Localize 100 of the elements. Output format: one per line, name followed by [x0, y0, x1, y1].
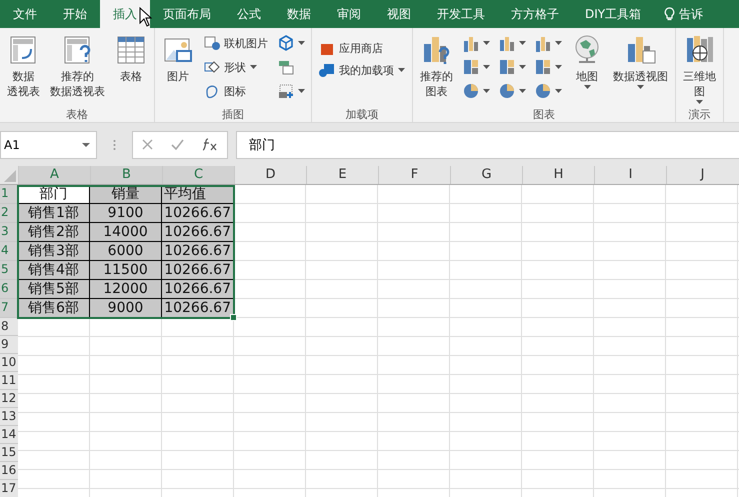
check-icon[interactable]	[171, 139, 184, 150]
table-cell: 销售4部	[18, 261, 90, 280]
table-cell: 10266.67	[162, 204, 234, 223]
group-label: 表格	[65, 107, 89, 122]
ribbon-tab[interactable]: 页面布局	[150, 0, 224, 28]
table-cell: 10266.67	[162, 242, 234, 261]
ribbon-tab[interactable]: DIY工具箱	[572, 0, 654, 28]
chart-icon	[534, 58, 552, 76]
ribbon-tab[interactable]: 插入	[100, 0, 150, 28]
ribbon-button[interactable]: 地图	[567, 32, 607, 102]
table-cell: 14000	[90, 223, 162, 242]
ribbon-tab[interactable]: 开发工具	[424, 0, 498, 28]
online-picture-icon	[204, 35, 220, 51]
table-cell: 9000	[90, 299, 162, 318]
row-header[interactable]: 16	[0, 462, 18, 480]
caret-icon	[483, 41, 490, 45]
row-header[interactable]: 1	[0, 185, 18, 204]
chart-icon	[462, 82, 480, 100]
chart-icon	[462, 34, 480, 52]
group-label: 演示	[688, 107, 712, 122]
row-header[interactable]: 2	[0, 204, 18, 223]
cancel-icon[interactable]	[142, 139, 153, 150]
column-header[interactable]: C	[162, 166, 234, 184]
group-label: 插图	[221, 107, 245, 122]
caret-icon	[398, 68, 405, 72]
ribbon-button[interactable]: 表格	[111, 32, 151, 107]
ribbon-button[interactable]: 推荐的 图表	[416, 32, 457, 102]
row-header[interactable]: 11	[0, 372, 18, 390]
row-header[interactable]: 13	[0, 408, 18, 426]
table-cell: 销售3部	[18, 242, 90, 261]
ribbon-tab[interactable]: 开始	[50, 0, 100, 28]
group-label: 加载项	[344, 107, 380, 122]
ribbon-tab[interactable]: 公式	[224, 0, 274, 28]
row-header[interactable]: 6	[0, 280, 18, 299]
caret-icon	[519, 89, 526, 93]
ribbon-button[interactable]: 形状	[200, 56, 272, 78]
caret-icon	[298, 41, 305, 45]
ribbon-tab[interactable]: 视图	[374, 0, 424, 28]
table-cell: 11500	[90, 261, 162, 280]
column-header[interactable]: D	[234, 166, 306, 184]
table-icon	[115, 34, 147, 66]
caret-icon	[637, 85, 644, 89]
chart-icon	[534, 34, 552, 52]
table-cell: 10266.67	[162, 223, 234, 242]
caret-icon	[696, 100, 703, 104]
column-header[interactable]: B	[90, 166, 162, 184]
insert-function-icon[interactable]	[202, 138, 218, 151]
row-header[interactable]: 12	[0, 390, 18, 408]
caret-icon	[519, 41, 526, 45]
caret-icon	[555, 41, 562, 45]
chart-icon	[498, 58, 516, 76]
name-box[interactable]: A1	[0, 130, 97, 158]
table-cell: 销售5部	[18, 280, 90, 299]
ribbon-button[interactable]: 推荐的 数据透视表	[46, 32, 109, 107]
column-header[interactable]: A	[18, 166, 90, 184]
ribbon-tab[interactable]: 文件	[0, 0, 50, 28]
shapes-icon	[204, 59, 220, 75]
table-cell: 10266.67	[162, 261, 234, 280]
caret-icon	[483, 65, 490, 69]
column-header[interactable]: I	[594, 166, 666, 184]
row-header[interactable]: 4	[0, 242, 18, 261]
row-header[interactable]: 8	[0, 318, 18, 336]
row-header[interactable]: 15	[0, 444, 18, 462]
cube-icon	[277, 34, 295, 52]
ribbon-button[interactable]: 三维地 图	[679, 32, 720, 107]
lightbulb-icon	[664, 6, 676, 22]
ribbon-tab[interactable]: 数据	[274, 0, 324, 28]
row-header[interactable]: 10	[0, 354, 18, 372]
row-header[interactable]: 9	[0, 336, 18, 354]
grip-icon	[113, 138, 116, 150]
table-cell: 12000	[90, 280, 162, 299]
column-header[interactable]: F	[378, 166, 450, 184]
row-header[interactable]: 17	[0, 480, 18, 497]
chart-icon	[498, 34, 516, 52]
column-header[interactable]: G	[450, 166, 522, 184]
caret-icon	[555, 89, 562, 93]
ribbon-tab[interactable]: 审阅	[324, 0, 374, 28]
ribbon-button[interactable]: 数据透视图	[609, 32, 672, 102]
row-header[interactable]: 7	[0, 299, 18, 318]
ribbon-button[interactable]: 图标	[200, 80, 272, 102]
column-header[interactable]: J	[666, 166, 738, 184]
ribbon-button[interactable]: 我的加载项	[315, 62, 409, 78]
row-header[interactable]: 14	[0, 426, 18, 444]
caret-icon	[250, 65, 257, 69]
ribbon-button[interactable]: 联机图片	[200, 32, 272, 54]
row-header[interactable]: 5	[0, 261, 18, 280]
formula-field[interactable]: 部门	[236, 130, 739, 158]
column-header[interactable]: E	[306, 166, 378, 184]
ribbon-button[interactable]: 图片	[158, 32, 198, 102]
caret-icon	[483, 89, 490, 93]
table-cell: 6000	[90, 242, 162, 261]
table-cell: 销售6部	[18, 299, 90, 318]
ribbon-button[interactable]: 应用商店	[315, 40, 409, 56]
caret-icon	[519, 65, 526, 69]
column-header[interactable]: H	[522, 166, 594, 184]
tell-me-field[interactable]: 告诉	[664, 0, 704, 28]
caret-icon	[82, 142, 90, 146]
row-header[interactable]: 3	[0, 223, 18, 242]
ribbon-tab[interactable]: 方方格子	[498, 0, 572, 28]
ribbon-button[interactable]: 数据 透视表	[3, 32, 44, 107]
